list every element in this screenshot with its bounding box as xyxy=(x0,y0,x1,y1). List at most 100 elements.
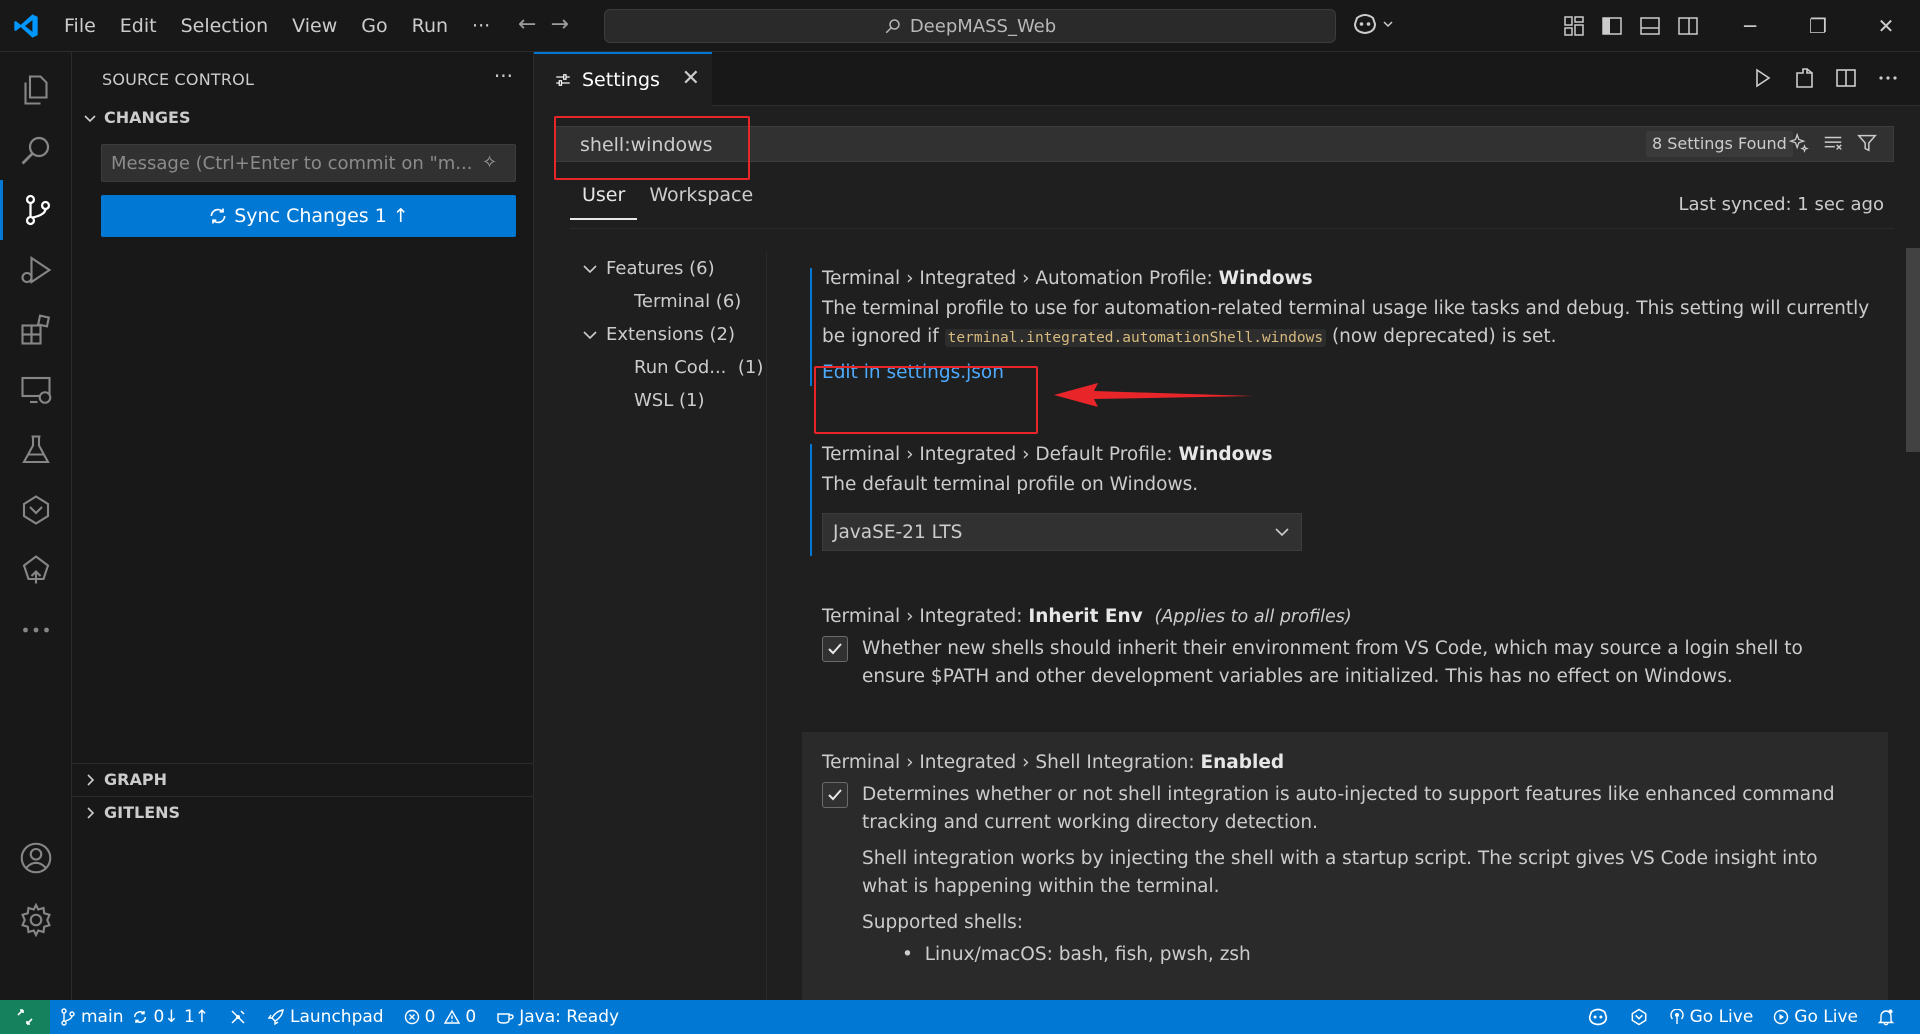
toc-label: Features (6) xyxy=(606,258,715,279)
graph-label: GRAPH xyxy=(104,770,167,789)
toc-label: Run Cod... (1) xyxy=(634,357,764,378)
inherit-env-checkbox[interactable] xyxy=(822,636,848,662)
clear-filter-list-icon[interactable] xyxy=(1822,132,1844,154)
checkmark-icon xyxy=(828,789,842,801)
menu-go[interactable]: Go xyxy=(349,0,399,52)
setting-title: Terminal › Integrated › Shell Integratio… xyxy=(822,752,1285,773)
search-view-icon[interactable] xyxy=(0,120,72,180)
chevron-down-icon xyxy=(583,330,597,339)
close-tab-icon[interactable]: ✕ xyxy=(682,66,700,91)
toc-label: Terminal (6) xyxy=(634,291,742,312)
branch-indicator[interactable]: main 0↓ 1↑ xyxy=(50,1000,219,1034)
bell-icon xyxy=(1878,1009,1894,1026)
gitlens-status-item[interactable] xyxy=(219,1000,257,1034)
launchpad-label: Launchpad xyxy=(290,1007,384,1027)
toc-item-run-code[interactable]: Run Cod... (1) xyxy=(580,351,800,384)
testing-icon[interactable] xyxy=(0,420,72,480)
chevron-down-icon xyxy=(1383,21,1393,28)
split-editor-icon[interactable] xyxy=(1834,66,1858,90)
dropdown-value: JavaSE-21 LTS xyxy=(833,521,963,543)
changes-section-header[interactable]: CHANGES xyxy=(82,108,191,127)
toggle-secondary-sidebar-icon[interactable] xyxy=(1676,14,1700,38)
toc-item-wsl[interactable]: WSL (1) xyxy=(580,384,800,417)
filter-icon[interactable] xyxy=(1856,132,1878,154)
error-count: 0 xyxy=(424,1007,436,1027)
commit-message-input[interactable]: Message (Ctrl+Enter to commit on "m... xyxy=(101,144,516,182)
menu-edit[interactable]: Edit xyxy=(108,0,169,52)
sidebar-more-button[interactable]: ··· xyxy=(494,64,513,88)
graph-section-header[interactable]: GRAPH xyxy=(72,763,534,795)
chevron-down-icon xyxy=(583,264,597,273)
customize-layout-icon[interactable] xyxy=(1562,14,1586,38)
extensions-icon[interactable] xyxy=(0,300,72,360)
copilot-menu[interactable] xyxy=(1352,12,1394,36)
tab-settings-label: Settings xyxy=(582,69,660,91)
gitlens-status-right[interactable] xyxy=(1619,1000,1659,1034)
menu-selection[interactable]: Selection xyxy=(169,0,281,52)
launchpad-item[interactable]: Launchpad xyxy=(257,1000,394,1034)
java-cup-icon xyxy=(497,1013,514,1024)
broadcast-icon xyxy=(1669,1009,1684,1024)
tab-user[interactable]: User xyxy=(570,172,638,220)
setting-description-2: Shell integration works by injecting the… xyxy=(862,848,1818,897)
more-actions-icon[interactable] xyxy=(1876,66,1900,90)
tab-workspace[interactable]: Workspace xyxy=(637,172,765,220)
notifications-button[interactable] xyxy=(1868,1000,1904,1034)
source-control-icon[interactable] xyxy=(0,180,72,240)
close-window-button[interactable]: ✕ xyxy=(1852,0,1920,52)
checkmark-icon xyxy=(828,643,842,655)
gitlens-inspect-icon[interactable] xyxy=(0,540,72,600)
last-synced-status: Last synced: 1 sec ago xyxy=(1678,194,1884,215)
toggle-panel-icon[interactable] xyxy=(1638,14,1662,38)
back-arrow-icon[interactable]: ← xyxy=(518,12,536,37)
go-live-label: Go Live xyxy=(1689,1007,1754,1027)
toggle-primary-sidebar-icon[interactable] xyxy=(1600,14,1624,38)
toc-label: Extensions (2) xyxy=(606,324,735,345)
menu-run[interactable]: Run xyxy=(400,0,460,52)
tab-settings[interactable]: Settings ✕ xyxy=(534,52,712,106)
run-debug-icon[interactable] xyxy=(0,240,72,300)
gitlens-icon[interactable] xyxy=(0,480,72,540)
menu-file[interactable]: File xyxy=(52,0,108,52)
remote-indicator[interactable] xyxy=(0,1000,50,1034)
arrow-up-icon: ↑ xyxy=(392,205,409,227)
vertical-scrollbar[interactable] xyxy=(1906,248,1920,452)
default-profile-dropdown[interactable]: JavaSE-21 LTS xyxy=(822,513,1302,551)
problems-indicator[interactable]: 0 0 xyxy=(394,1000,487,1034)
command-center[interactable]: DeepMASS_Web xyxy=(604,9,1336,43)
toc-item-extensions[interactable]: Extensions (2) xyxy=(580,318,800,351)
changes-label: CHANGES xyxy=(104,108,191,127)
copilot-status[interactable] xyxy=(1577,1000,1619,1034)
toc-item-terminal[interactable]: Terminal (6) xyxy=(580,285,800,318)
branch-name: main xyxy=(81,1007,124,1027)
go-live-button-2[interactable]: Go Live xyxy=(1763,1000,1868,1034)
menu-view[interactable]: View xyxy=(280,0,349,52)
sync-changes-button[interactable]: Sync Changes 1 ↑ xyxy=(101,195,516,237)
remote-explorer-icon[interactable] xyxy=(0,360,72,420)
open-settings-json-icon[interactable] xyxy=(1792,66,1816,90)
forward-arrow-icon[interactable]: → xyxy=(550,12,568,37)
settings-toc: Features (6) Terminal (6) Extensions (2)… xyxy=(580,252,800,417)
rocket-icon xyxy=(267,1009,284,1026)
generate-commit-sparkle-icon[interactable]: ✧ xyxy=(482,152,497,173)
toc-item-features[interactable]: Features (6) xyxy=(580,252,800,285)
minimize-button[interactable]: ─ xyxy=(1716,0,1784,52)
accounts-icon[interactable] xyxy=(0,828,72,888)
java-status-label: Java: Ready xyxy=(519,1007,620,1027)
run-icon[interactable] xyxy=(1750,66,1774,90)
sparkle-icon[interactable] xyxy=(1788,132,1810,154)
source-control-sidebar: SOURCE CONTROL ··· CHANGES Message (Ctrl… xyxy=(72,52,534,1000)
shell-integration-checkbox[interactable] xyxy=(822,782,848,808)
restore-button[interactable]: ❐ xyxy=(1784,0,1852,52)
go-live-button-1[interactable]: Go Live xyxy=(1659,1000,1764,1034)
gitlens-icon xyxy=(1631,1008,1647,1026)
menu-more[interactable]: ··· xyxy=(460,0,502,52)
toc-divider xyxy=(766,252,767,1000)
more-views-icon[interactable] xyxy=(0,600,72,660)
explorer-icon[interactable] xyxy=(0,60,72,120)
java-status[interactable]: Java: Ready xyxy=(486,1000,629,1034)
manage-gear-icon[interactable] xyxy=(0,890,72,950)
setting-description: Whether new shells should inherit their … xyxy=(862,638,1803,687)
gitlens-section-header[interactable]: GITLENS xyxy=(72,796,534,828)
vscode-logo-icon xyxy=(14,14,38,38)
